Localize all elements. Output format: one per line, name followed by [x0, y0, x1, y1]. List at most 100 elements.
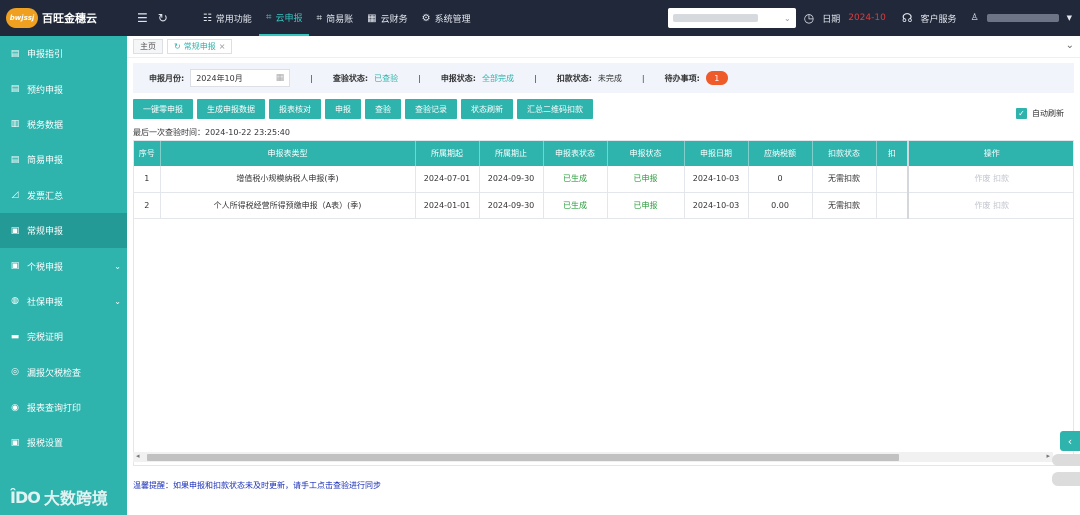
cell-end: 2024-09-30 — [479, 192, 544, 219]
topnav-system[interactable]: ⚙ 系统管理 — [415, 0, 478, 36]
declare-table: 序号 申报表类型 所属期起 所属期止 申报表状态 申报状态 申报日期 应纳税额 … — [133, 140, 1074, 466]
cell-type: 增值税小规模纳税人申报(季) — [160, 166, 416, 193]
qr-deduct-button[interactable]: 汇总二维码扣款 — [517, 99, 593, 119]
side-handle[interactable] — [1052, 454, 1080, 466]
auto-refresh-label: 自动刷新 — [1032, 109, 1064, 118]
search-icon: ◎ — [11, 367, 19, 378]
table-row[interactable]: 1 增值税小规模纳税人申报(季) 2024-07-01 2024-09-30 已… — [134, 166, 1073, 193]
cell-no: 2 — [134, 192, 161, 219]
topnav-label: 云财务 — [380, 14, 408, 25]
declare-button[interactable]: 申报 — [325, 99, 361, 119]
todo-badge[interactable]: 1 — [705, 71, 728, 85]
cell-date: 2024-10-03 — [684, 166, 749, 193]
chevron-down-icon[interactable]: ⌄ — [1066, 40, 1074, 51]
sidebar-item-simple-declare[interactable]: ▤ 简易申报 — [0, 142, 127, 177]
void-link[interactable]: 作废 — [974, 201, 990, 210]
divider: | — [310, 73, 313, 83]
cell-type: 个人所得税经营所得预缴申报（A表）(季) — [160, 192, 416, 219]
customer-service-link[interactable]: 客户服务 — [921, 12, 957, 25]
sidebar-item-personal-tax[interactable]: ▣ 个税申报 ⌄ — [0, 248, 127, 283]
refresh-status-button[interactable]: 状态刷新 — [461, 99, 513, 119]
checkbox-checked-icon[interactable]: ✓ — [1016, 108, 1027, 119]
tab-home[interactable]: 主页 — [133, 39, 163, 54]
sidebar-item-invoice-summary[interactable]: ◿ 发票汇总 — [0, 178, 127, 213]
scroll-left-icon[interactable]: ◂ — [136, 452, 140, 460]
sidebar-item-missing-check[interactable]: ◎ 漏报欠税检查 — [0, 355, 127, 390]
sidebar-item-regular-declare[interactable]: ▣ 常规申报 — [0, 212, 127, 249]
topnav-cloud-finance[interactable]: ▦ 云财务 — [360, 0, 414, 36]
verify-button[interactable]: 查验 — [365, 99, 401, 119]
cell-tax: 0 — [748, 166, 813, 193]
topnav-simple-account[interactable]: ⌗ 简易账 — [309, 0, 360, 36]
sidebar-item-report-print[interactable]: ◉ 报表查询打印 — [0, 390, 127, 425]
sidebar-item-label: 税务数据 — [27, 120, 64, 131]
auto-refresh-toggle[interactable]: ✓ 自动刷新 — [1016, 108, 1064, 119]
sidebar-item-social-security[interactable]: ◍ 社保申报 ⌄ — [0, 284, 127, 319]
headset-icon[interactable]: ☊ — [902, 11, 913, 25]
close-icon[interactable]: × — [219, 42, 226, 51]
month-picker[interactable]: 2024年10月 ▦ — [190, 69, 291, 87]
calendar-icon: ▦ — [275, 73, 285, 83]
cell-deduct-status: 无需扣款 — [812, 166, 877, 193]
sidebar-item-label: 个税申报 — [27, 262, 64, 273]
sidebar-item-label: 常规申报 — [27, 227, 64, 238]
sidebar-item-declare-guide[interactable]: ▤ 申报指引 — [0, 36, 127, 71]
col-header: 扣款状态 — [812, 141, 877, 166]
col-header: 申报表类型 — [160, 141, 416, 166]
sliders-icon: ☷ — [202, 12, 212, 24]
settings-icon: ▣ — [10, 437, 20, 448]
deduct-link[interactable]: 扣款 — [993, 201, 1009, 210]
sidebar-item-tax-data[interactable]: ▥ 税务数据 — [0, 107, 127, 142]
col-header: 扣 — [876, 141, 909, 166]
sidebar-item-label: 报税设置 — [27, 439, 64, 450]
deduct-link[interactable]: 扣款 — [993, 174, 1009, 183]
top-bar: bwjssj 百旺金穗云 ☰ ↻ ☷ 常用功能 ⌗ 云申报 ⌗ 简易账 ▦ 云财… — [0, 0, 1080, 36]
void-link[interactable]: 作废 — [974, 174, 990, 183]
caret-down-icon[interactable]: ▼ — [1067, 14, 1072, 22]
month-value: 2024年10月 — [196, 73, 243, 83]
topnav-label: 常用功能 — [215, 14, 252, 25]
menu-icon[interactable]: ☰ — [137, 11, 148, 25]
sidebar-item-appointment[interactable]: ▤ 预约申报 — [0, 71, 127, 106]
report-check-button[interactable]: 报表核对 — [269, 99, 321, 119]
side-handle[interactable] — [1052, 472, 1080, 486]
cell-form-status: 已生成 — [543, 192, 608, 219]
topnav-label: 系统管理 — [434, 14, 471, 25]
cell-date: 2024-10-03 — [684, 192, 749, 219]
sidebar-item-label: 报表查询打印 — [27, 404, 82, 415]
declare-status-label: 申报状态: — [440, 73, 477, 83]
col-header: 序号 — [134, 141, 161, 166]
chevron-down-icon: ⌄ — [114, 261, 121, 271]
verify-records-button[interactable]: 查验记录 — [405, 99, 457, 119]
refresh-icon[interactable]: ↻ — [158, 11, 168, 25]
cell-declare-status: 已申报 — [607, 192, 685, 219]
col-header: 操作 — [907, 141, 1073, 166]
user-icon[interactable]: ♙ — [971, 13, 979, 23]
topnav-cloud-declare[interactable]: ⌗ 云申报 — [258, 0, 310, 36]
chevron-left-icon[interactable]: ‹ — [1060, 431, 1080, 451]
cell-ops: 作废 扣款 — [907, 166, 1073, 193]
cell-end: 2024-09-30 — [479, 166, 544, 193]
scroll-right-icon[interactable]: ▸ — [1046, 452, 1050, 460]
user-name-blurred[interactable] — [986, 14, 1059, 22]
company-select[interactable]: ⌄ — [667, 8, 796, 28]
monitor-icon: ▣ — [10, 261, 20, 272]
table-row[interactable]: 2 个人所得税经营所得预缴申报（A表）(季) 2024-01-01 2024-0… — [134, 192, 1073, 219]
one-click-zero-declare-button[interactable]: 一键零申报 — [133, 99, 193, 119]
sidebar-item-settings[interactable]: ▣ 报税设置 — [0, 425, 127, 460]
cell-declare-status: 已申报 — [607, 166, 685, 193]
gear-icon: ⚙ — [421, 12, 431, 24]
cell-deduct-status: 无需扣款 — [812, 192, 877, 219]
generate-data-button[interactable]: 生成申报数据 — [197, 99, 265, 119]
scrollbar-thumb[interactable] — [147, 454, 899, 461]
brand[interactable]: bwjssj 百旺金穗云 — [0, 0, 127, 36]
clock-icon: ◷ — [803, 11, 815, 25]
topnav-common[interactable]: ☷ 常用功能 — [196, 0, 259, 36]
horizontal-scrollbar[interactable]: ◂ ▸ — [133, 452, 1053, 462]
sidebar-item-tax-certificate[interactable]: ▬ 完税证明 — [0, 319, 127, 354]
tab-regular-declare[interactable]: ↻ 常规申报 × — [167, 39, 233, 54]
divider: | — [641, 73, 645, 83]
deduct-status-value: 未完成 — [597, 73, 622, 83]
cell-extra — [876, 192, 909, 219]
crop-icon: ⌗ — [265, 11, 272, 23]
